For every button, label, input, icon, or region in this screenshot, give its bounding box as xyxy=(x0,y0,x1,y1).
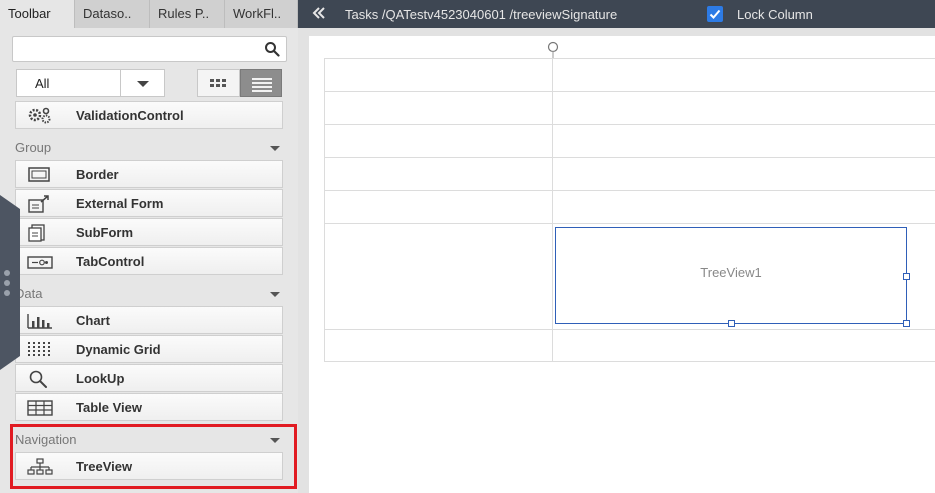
chevron-down-icon[interactable] xyxy=(270,146,280,151)
grip-dot xyxy=(4,280,10,286)
chevron-down-icon[interactable] xyxy=(270,292,280,297)
tool-label: SubForm xyxy=(76,225,134,240)
lock-column-checkbox[interactable] xyxy=(707,6,723,22)
tool-chart[interactable]: Chart xyxy=(15,306,283,334)
tool-table-view[interactable]: Table View xyxy=(15,393,283,421)
tool-tabcontrol[interactable]: TabControl xyxy=(15,247,283,275)
group-header-data[interactable]: Data xyxy=(15,282,283,306)
tool-lookup[interactable]: LookUp xyxy=(15,364,283,392)
tool-external-form[interactable]: External Form xyxy=(15,189,283,217)
tab-toolbar[interactable]: Toolbar xyxy=(0,0,75,28)
list-view-button[interactable] xyxy=(240,69,282,97)
tool-label: Table View xyxy=(76,400,142,415)
tool-label: Border xyxy=(76,167,119,182)
list-view-icon xyxy=(252,78,272,92)
filter-divider xyxy=(120,70,121,96)
tool-dynamic-grid[interactable]: Dynamic Grid xyxy=(15,335,283,363)
border-icon xyxy=(28,167,50,182)
grid-view-button[interactable] xyxy=(197,69,240,97)
table-icon xyxy=(27,400,53,416)
chevron-down-icon[interactable] xyxy=(137,81,149,87)
filter-selected-value: All xyxy=(35,76,50,91)
panel-tabs: Toolbar Dataso.. Rules P.. WorkFl.. xyxy=(0,0,298,28)
search-input[interactable] xyxy=(12,36,287,62)
grid-view-icon xyxy=(210,79,226,87)
magnifier-icon xyxy=(29,370,47,388)
group-label: Group xyxy=(15,140,52,155)
tool-validation-control[interactable]: ValidationControl xyxy=(15,101,283,129)
resize-handle-bottom[interactable] xyxy=(728,320,735,327)
group-header-group[interactable]: Group xyxy=(15,136,283,160)
tab-workflow[interactable]: WorkFl.. xyxy=(225,0,298,28)
tool-border[interactable]: Border xyxy=(15,160,283,188)
tool-label: LookUp xyxy=(76,371,125,386)
panel-splitter-handle[interactable] xyxy=(0,195,20,370)
tool-label: Chart xyxy=(76,313,110,328)
subform-icon xyxy=(28,224,45,242)
tool-label: ValidationControl xyxy=(76,108,184,123)
dynamic-grid-icon xyxy=(28,342,50,356)
tab-rules-panel[interactable]: Rules P.. xyxy=(150,0,225,28)
search-icon[interactable] xyxy=(264,41,280,57)
treeview-control-label: TreeView1 xyxy=(700,265,762,280)
category-filter-select[interactable]: All xyxy=(16,69,165,97)
toolbox-panel: Toolbar Dataso.. Rules P.. WorkFl.. All xyxy=(0,0,298,493)
tabcontrol-icon xyxy=(27,256,53,269)
checkmark-icon xyxy=(709,9,721,19)
gears-icon xyxy=(28,107,51,124)
chart-icon xyxy=(27,314,52,329)
lock-column-label: Lock Column xyxy=(737,7,813,22)
tool-label: External Form xyxy=(76,196,164,211)
external-form-icon xyxy=(28,195,49,213)
treeview-control[interactable]: TreeView1 xyxy=(555,227,910,327)
tab-datasource[interactable]: Dataso.. xyxy=(75,0,150,28)
resize-handle-right[interactable] xyxy=(903,273,910,280)
tool-subform[interactable]: SubForm xyxy=(15,218,283,246)
tool-label: TabControl xyxy=(76,254,145,269)
breadcrumb: Tasks /QATestv4523040601 /treeviewSignat… xyxy=(345,7,618,22)
navigation-highlight-box xyxy=(10,424,297,489)
resize-handle-corner[interactable] xyxy=(903,320,910,327)
double-chevron-left-icon[interactable] xyxy=(312,6,326,20)
designer-topbar: Tasks /QATestv4523040601 /treeviewSignat… xyxy=(298,0,935,28)
tool-label: Dynamic Grid xyxy=(76,342,161,357)
grip-dot xyxy=(4,270,10,276)
grip-dot xyxy=(4,290,10,296)
